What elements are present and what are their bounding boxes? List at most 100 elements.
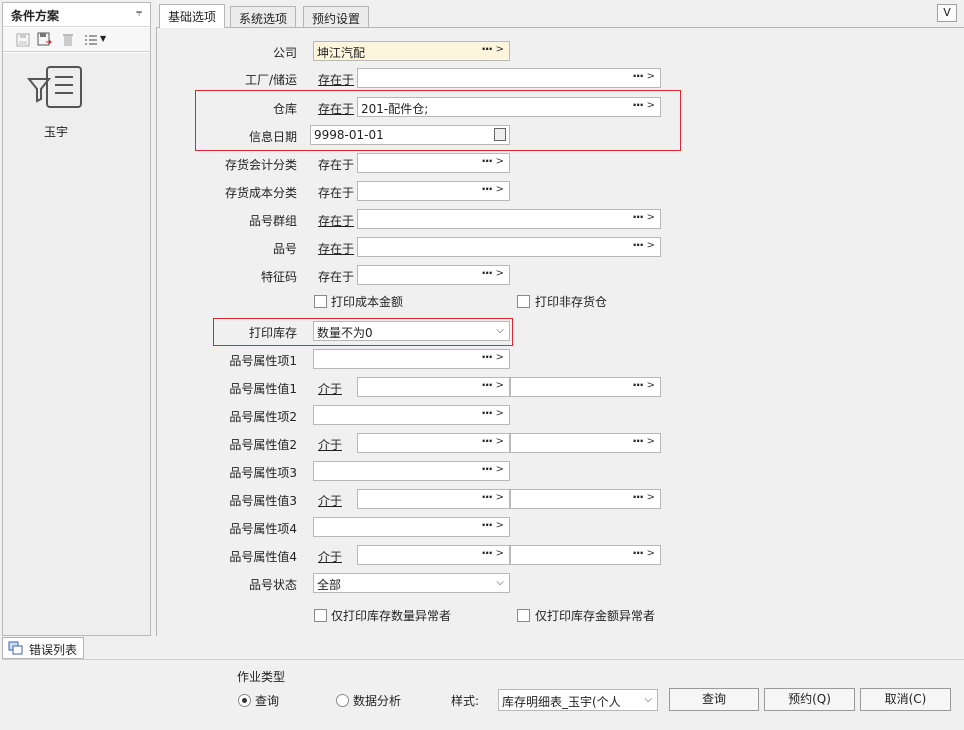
attr-value-2-operator[interactable]: 介于 <box>318 436 342 453</box>
more-icon[interactable]: ··· <box>632 378 644 392</box>
chevron-right-icon[interactable]: > <box>496 380 504 391</box>
print-amount-abnormal-checkbox[interactable] <box>517 609 530 622</box>
radio-data-analysis-label[interactable]: 数据分析 <box>353 692 401 709</box>
inventory-accounting-category-field[interactable]: ··· > <box>357 153 510 173</box>
chevron-right-icon[interactable]: > <box>647 380 655 391</box>
chevron-down-icon[interactable]: ⌵ <box>496 577 504 588</box>
more-icon[interactable]: ··· <box>632 69 644 83</box>
attr-value-4-from-field[interactable]: ··· > <box>357 545 510 565</box>
more-icon[interactable]: ··· <box>632 210 644 224</box>
tab-system-options[interactable]: 系统选项 <box>230 6 297 27</box>
radio-query[interactable] <box>238 694 251 707</box>
save-icon[interactable] <box>15 32 31 48</box>
filter-icon[interactable] <box>27 65 83 113</box>
more-icon[interactable]: ··· <box>481 378 493 392</box>
chevron-right-icon[interactable]: > <box>496 268 504 279</box>
attr-value-3-to-field[interactable]: ··· > <box>510 489 661 509</box>
part-number-field[interactable]: ··· > <box>357 237 661 257</box>
attr-value-2-from-field[interactable]: ··· > <box>357 433 510 453</box>
more-icon[interactable]: ··· <box>481 42 493 56</box>
attr-value-4-operator[interactable]: 介于 <box>318 548 342 565</box>
part-status-select[interactable]: 全部 ⌵ <box>313 573 510 593</box>
print-cost-amount-label[interactable]: 打印成本金额 <box>331 293 403 310</box>
feature-code-field[interactable]: ··· > <box>357 265 510 285</box>
chevron-right-icon[interactable]: > <box>496 520 504 531</box>
company-field[interactable]: 坤江汽配 ··· > <box>313 41 510 61</box>
chevron-right-icon[interactable]: > <box>647 71 655 82</box>
inventory-accounting-category-operator[interactable]: 存在于 <box>318 156 354 173</box>
more-icon[interactable]: ··· <box>481 518 493 532</box>
part-number-operator[interactable]: 存在于 <box>318 240 354 257</box>
attr-item-2-field[interactable]: ··· > <box>313 405 510 425</box>
chevron-right-icon[interactable]: > <box>496 464 504 475</box>
print-non-stock-warehouse-checkbox[interactable] <box>517 295 530 308</box>
chevron-right-icon[interactable]: > <box>496 436 504 447</box>
attr-value-1-operator[interactable]: 介于 <box>318 380 342 397</box>
tab-error-list[interactable]: 错误列表 <box>2 637 84 659</box>
cancel-button[interactable]: 取消(C) <box>860 688 951 711</box>
delete-icon[interactable] <box>60 32 76 48</box>
attr-value-1-from-field[interactable]: ··· > <box>357 377 510 397</box>
chevron-right-icon[interactable]: > <box>496 44 504 55</box>
more-icon[interactable]: ··· <box>632 490 644 504</box>
dropdown-caret-icon[interactable]: ▼ <box>100 34 106 43</box>
print-cost-amount-checkbox[interactable] <box>314 295 327 308</box>
chevron-right-icon[interactable]: > <box>496 352 504 363</box>
more-icon[interactable]: ··· <box>481 546 493 560</box>
inventory-cost-category-operator[interactable]: 存在于 <box>318 184 354 201</box>
chevron-right-icon[interactable]: > <box>496 492 504 503</box>
tab-reservation-settings[interactable]: 预约设置 <box>303 6 370 27</box>
more-icon[interactable]: ··· <box>481 154 493 168</box>
pin-icon[interactable]: ⫧ <box>136 6 142 20</box>
save-as-icon[interactable] <box>37 32 53 48</box>
more-icon[interactable]: ··· <box>632 546 644 560</box>
chevron-right-icon[interactable]: > <box>647 212 655 223</box>
part-group-operator[interactable]: 存在于 <box>318 212 354 229</box>
more-icon[interactable]: ··· <box>481 350 493 364</box>
radio-query-label[interactable]: 查询 <box>255 692 279 709</box>
attr-value-2-to-field[interactable]: ··· > <box>510 433 661 453</box>
chevron-right-icon[interactable]: > <box>647 436 655 447</box>
scheme-item-label[interactable]: 玉宇 <box>3 123 109 140</box>
more-icon[interactable]: ··· <box>481 462 493 476</box>
radio-data-analysis[interactable] <box>336 694 349 707</box>
attr-item-4-field[interactable]: ··· > <box>313 517 510 537</box>
query-button[interactable]: 查询 <box>669 688 759 711</box>
print-qty-abnormal-label[interactable]: 仅打印库存数量异常者 <box>331 607 451 624</box>
print-amount-abnormal-label[interactable]: 仅打印库存金额异常者 <box>535 607 655 624</box>
more-icon[interactable]: ··· <box>481 266 493 280</box>
reserve-button[interactable]: 预约(Q) <box>764 688 855 711</box>
more-icon[interactable]: ··· <box>481 182 493 196</box>
chevron-right-icon[interactable]: > <box>647 548 655 559</box>
tab-basic-options[interactable]: 基础选项 <box>159 4 226 28</box>
chevron-right-icon[interactable]: > <box>496 156 504 167</box>
more-icon[interactable]: ··· <box>481 490 493 504</box>
print-non-stock-warehouse-label[interactable]: 打印非存货仓 <box>535 293 607 310</box>
chevron-right-icon[interactable]: > <box>496 408 504 419</box>
more-icon[interactable]: ··· <box>632 434 644 448</box>
chevron-right-icon[interactable]: > <box>647 240 655 251</box>
inventory-cost-category-field[interactable]: ··· > <box>357 181 510 201</box>
attr-item-1-field[interactable]: ··· > <box>313 349 510 369</box>
attr-value-3-operator[interactable]: 介于 <box>318 492 342 509</box>
attr-value-4-to-field[interactable]: ··· > <box>510 545 661 565</box>
chevron-right-icon[interactable]: > <box>496 184 504 195</box>
attr-value-3-from-field[interactable]: ··· > <box>357 489 510 509</box>
chevron-right-icon[interactable]: > <box>647 492 655 503</box>
attr-item-3-field[interactable]: ··· > <box>313 461 510 481</box>
factory-field[interactable]: ··· > <box>357 68 661 88</box>
style-select[interactable]: 库存明细表_玉宇(个人 ⌵ <box>498 689 658 711</box>
factory-operator[interactable]: 存在于 <box>318 71 354 88</box>
chevron-right-icon[interactable]: > <box>496 548 504 559</box>
print-qty-abnormal-checkbox[interactable] <box>314 609 327 622</box>
more-icon[interactable]: ··· <box>481 434 493 448</box>
chevron-down-icon[interactable]: ⌵ <box>644 694 652 705</box>
more-icon[interactable]: ··· <box>481 406 493 420</box>
collapse-button[interactable]: V <box>937 4 957 22</box>
more-icon[interactable]: ··· <box>632 238 644 252</box>
scheme-toolbar: ▼ <box>3 28 150 52</box>
list-menu-icon[interactable] <box>83 32 99 48</box>
part-group-field[interactable]: ··· > <box>357 209 661 229</box>
feature-code-operator[interactable]: 存在于 <box>318 268 354 285</box>
attr-value-1-to-field[interactable]: ··· > <box>510 377 661 397</box>
